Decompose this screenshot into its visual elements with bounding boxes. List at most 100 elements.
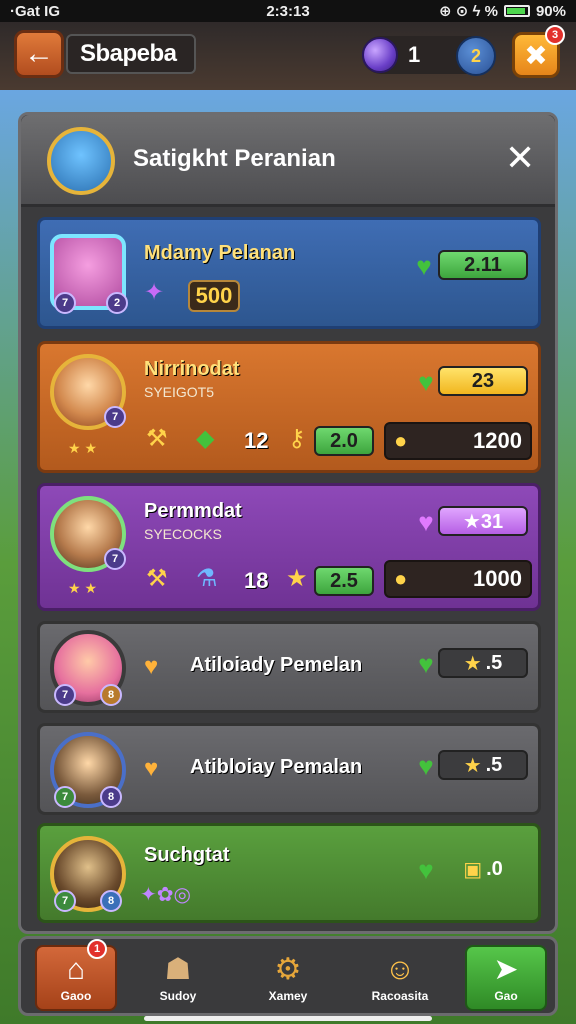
heart-icon: ♥: [418, 649, 434, 679]
level-badge-left: 7: [54, 684, 76, 706]
battery-icon: [503, 5, 530, 17]
pill-value: .5: [485, 651, 503, 674]
level-badge-right: 2: [106, 292, 128, 314]
rating-stars-icon: ★ ★: [68, 580, 97, 596]
character-name: Atiloiady Pemelan: [190, 654, 363, 676]
character-name: Mdamy Pelanan: [144, 242, 296, 264]
top-bar: ← Sbapeba 1 2 ✖ 3: [0, 22, 576, 90]
nav-settings[interactable]: ⚙ Xamey: [247, 945, 329, 1011]
main-panel: Satigkht Peranian ✕ 7 2 Mdamy Pelanan ✦ …: [18, 112, 558, 934]
panel-title: Satigkht Peranian: [133, 145, 336, 172]
character-name: Suchgtat: [144, 844, 230, 866]
nav-go[interactable]: ➤ Gao: [465, 945, 547, 1011]
sparkle-icon: ✦: [144, 279, 165, 306]
status-icons: ⊕ ⊙ ϟ % 90%: [439, 2, 566, 21]
wrench-icon: ⚒: [146, 425, 168, 452]
nav-label: Racoasita: [371, 989, 429, 1003]
close-icon: ✖: [524, 39, 548, 71]
level-badge: 7: [104, 548, 126, 570]
stat-pill: 2.5: [314, 566, 374, 596]
resource-block: ● 1000: [384, 560, 532, 598]
wrench-icon: ⚒: [146, 565, 168, 592]
coin-icon: ●: [394, 566, 408, 591]
heart-icon: ♥: [418, 367, 434, 397]
heart-shield-icon: ♥: [144, 653, 159, 680]
list-item-3[interactable]: 7 ★ ★ Permmdat SYECOCKS ♥ ★31 ⚒ ⚗ 18 ★ 2…: [37, 483, 541, 611]
resource-value: 1200: [473, 428, 522, 453]
nav-shop[interactable]: ☗ Sudoy: [137, 945, 219, 1011]
shop-icon: ☗: [164, 953, 192, 986]
key-icon: ⚷: [288, 425, 306, 452]
list-item-1[interactable]: 7 2 Mdamy Pelanan ✦ 500 ♥ 2.11: [37, 217, 541, 329]
character-name: Nirrinodat: [144, 358, 240, 380]
nav-label: Gao: [494, 989, 518, 1003]
pill-value: .5: [485, 753, 503, 776]
gem-icon: ◆: [196, 425, 215, 452]
heart-icon: ♥: [416, 251, 432, 281]
top-close-button[interactable]: ✖ 3: [512, 25, 565, 78]
status-pill: ★31: [438, 506, 528, 536]
screen-title: Sbapeba: [66, 34, 196, 74]
character-subtitle: SYEIGOT5: [144, 384, 215, 400]
star-icon: ★: [463, 754, 482, 777]
coin-button[interactable]: 2: [456, 36, 496, 76]
level-badge-right: 8: [100, 684, 122, 706]
nav-home[interactable]: ⌂ Gaoo 1: [35, 939, 117, 1011]
heart-icon: ♥: [418, 855, 434, 885]
nav-badge: 1: [87, 939, 107, 959]
list-item-6[interactable]: 7 8 Suchgtat ✦✿◎ ♥ ▣ .0: [37, 823, 541, 923]
resource-block: ● 1200: [384, 422, 532, 460]
go-arrow-icon: ➤: [493, 953, 519, 986]
notification-badge: 3: [545, 25, 565, 45]
panel-header: Satigkht Peranian ✕: [21, 115, 555, 207]
back-button[interactable]: ←: [14, 30, 64, 78]
home-icon: ⌂: [66, 953, 86, 986]
status-bar: ·Gat IG 2:3:13 ⊕ ⊙ ϟ % 90%: [0, 0, 576, 22]
heart-icon: ♥: [418, 751, 434, 781]
nav-label: Gaoo: [60, 989, 92, 1003]
reward-value: 500: [188, 280, 240, 312]
status-pill: ★ .5: [438, 648, 528, 678]
bottom-nav: ⌂ Gaoo 1 ☗ Sudoy ⚙ Xamey ☺ Racoasita ➤ G…: [18, 936, 558, 1016]
level-badge-right: 8: [100, 786, 122, 808]
coin-icon: ●: [394, 428, 408, 453]
gear-icon: ⚙: [274, 953, 302, 986]
character-name: Permmdat: [144, 500, 242, 522]
heart-icon: ♥: [418, 507, 434, 537]
player-avatar[interactable]: [47, 127, 115, 195]
battery-percent: 90%: [535, 2, 566, 20]
pill-value: .0: [486, 857, 503, 880]
stat-pill: 2.0: [314, 426, 374, 456]
level-badge-right: 8: [100, 890, 122, 912]
carrier-label: ·Gat IG: [10, 2, 61, 20]
chest-icon: ▣: [463, 858, 483, 881]
character-subtitle: SYECOCKS: [144, 526, 222, 542]
status-pill: 23: [438, 366, 528, 396]
coin-label: 2: [470, 45, 481, 66]
level-badge-left: 7: [54, 292, 76, 314]
stat-value: 12: [244, 428, 269, 453]
star-icon: ★: [463, 652, 482, 675]
list-item-5[interactable]: 7 8 ♥ Atibloiay Pemalan ♥ ★ .5: [37, 723, 541, 815]
star-icon: ★: [286, 565, 308, 592]
level-badge-left: 7: [54, 890, 76, 912]
status-pill: ▣ .0: [438, 854, 528, 884]
gem-icon: [362, 37, 398, 73]
nav-social[interactable]: ☺ Racoasita: [359, 945, 441, 1011]
list-item-4[interactable]: 7 8 ♥ Atiloiady Pemelan ♥ ★ .5: [37, 621, 541, 713]
nav-label: Sudoy: [159, 989, 197, 1003]
level-badge: 7: [104, 406, 126, 428]
home-indicator: [144, 1016, 432, 1021]
status-pill: ★ .5: [438, 750, 528, 780]
level-badge-left: 7: [54, 786, 76, 808]
status-indicators: ⊕ ⊙ ϟ %: [439, 3, 498, 20]
character-name: Atibloiay Pemalan: [190, 756, 363, 778]
arrow-left-icon: ←: [24, 37, 54, 70]
gem-count: 1: [408, 42, 421, 67]
nav-label: Xamey: [268, 989, 308, 1003]
panel-close-button[interactable]: ✕: [505, 137, 535, 179]
list-item-2[interactable]: 7 ★ ★ Nirrinodat SYEIGOT5 ♥ 23 ⚒ ◆ 12 ⚷ …: [37, 341, 541, 473]
status-pill: 2.11: [438, 250, 528, 280]
resource-value: 1000: [473, 566, 522, 591]
heart-shield-icon: ♥: [144, 755, 159, 782]
